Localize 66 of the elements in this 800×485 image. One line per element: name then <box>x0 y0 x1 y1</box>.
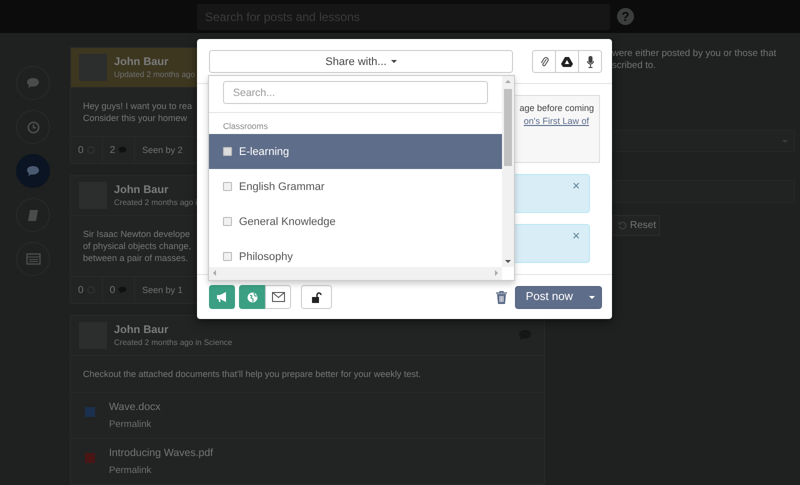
attachment-name[interactable]: Wave.docx <box>109 401 161 413</box>
comments-count[interactable]: 2 <box>102 137 136 163</box>
checkbox[interactable] <box>223 182 232 191</box>
triangle-icon <box>561 56 573 66</box>
close-button[interactable]: × <box>572 178 580 193</box>
checkbox[interactable] <box>223 217 232 226</box>
close-button[interactable]: × <box>572 228 580 243</box>
classroom-option[interactable]: General Knowledge <box>209 204 502 239</box>
envelope-icon <box>272 292 284 302</box>
speech-bubble-icon <box>26 77 40 89</box>
author-name: John Baur <box>114 184 170 196</box>
announce-toggle[interactable] <box>209 285 235 309</box>
editor-text: age before coming <box>519 102 594 115</box>
horizontal-scrollbar[interactable] <box>209 267 502 280</box>
lock-button[interactable] <box>301 285 332 309</box>
search-field[interactable]: Search... <box>223 81 488 104</box>
speech-bubble-icon <box>26 165 40 177</box>
classroom-option[interactable]: Philosophy <box>209 239 502 274</box>
post-meta: Created 2 months ago in Science <box>114 338 232 347</box>
post-now-button[interactable]: Post now <box>514 286 602 308</box>
classroom-option[interactable]: E-learning <box>209 134 502 169</box>
sidebar-button[interactable] <box>16 198 50 232</box>
sidebar-button[interactable] <box>16 110 50 144</box>
help-text: were either posted by you or those that scribed to. <box>612 48 778 72</box>
post-text: Checkout the attached documents that'll help you prepare better for your weekly test. <box>83 368 421 380</box>
likes-count[interactable]: 0 <box>71 137 103 163</box>
trash-icon[interactable] <box>496 290 507 304</box>
attachment-name[interactable]: Introducing Waves.pdf <box>109 447 214 459</box>
sidebar-button[interactable] <box>16 242 50 276</box>
padlock-icon <box>312 292 322 302</box>
globe-icon <box>246 292 258 302</box>
comments-count[interactable]: 0 <box>102 277 136 303</box>
checkbox[interactable] <box>223 252 232 261</box>
post-meta: Updated 2 months ago <box>114 70 195 79</box>
author-name: John Baur <box>114 56 170 68</box>
vertical-scrollbar[interactable] <box>502 76 514 267</box>
sidebar-button[interactable] <box>16 154 50 188</box>
sidebar-button[interactable] <box>16 66 50 100</box>
author-name: John Baur <box>114 324 170 336</box>
seen-count: Seen by 2 <box>141 144 184 157</box>
pdf-file-icon <box>85 453 95 463</box>
checkbox[interactable] <box>223 147 232 156</box>
seen-count: Seen by 1 <box>141 284 184 297</box>
classroom-option[interactable]: English Grammar <box>209 169 502 204</box>
email-toggle[interactable] <box>265 285 291 309</box>
text-link[interactable]: on's First Law of <box>524 115 589 128</box>
reset-icon <box>618 221 627 230</box>
microphone-icon <box>586 56 594 68</box>
share-with-dropdown[interactable]: Share with... <box>209 50 513 73</box>
filter-field[interactable] <box>612 180 795 203</box>
public-toggle[interactable] <box>239 285 265 309</box>
clock-icon <box>26 120 40 134</box>
document-file-icon <box>85 407 95 417</box>
reset-button[interactable]: Reset <box>612 215 660 236</box>
post-text: Hey guys! I want you to rea Consider this your homew <box>83 100 192 124</box>
paperclip-icon <box>540 56 548 67</box>
window-icon <box>26 253 40 265</box>
filter-dropdown[interactable] <box>612 130 795 152</box>
permalink[interactable]: Permalink <box>109 419 161 430</box>
permalink[interactable]: Permalink <box>109 465 214 476</box>
help-button[interactable]: ? <box>617 8 634 25</box>
group-heading: Classrooms <box>222 120 269 133</box>
post-text: Sir Isaac Newton develope of physical objects change, between a pair of masses. <box>83 228 192 264</box>
megaphone-icon <box>216 292 228 302</box>
post-meta: Created 2 months ago i <box>114 198 198 207</box>
likes-count[interactable]: 0 <box>71 277 103 303</box>
